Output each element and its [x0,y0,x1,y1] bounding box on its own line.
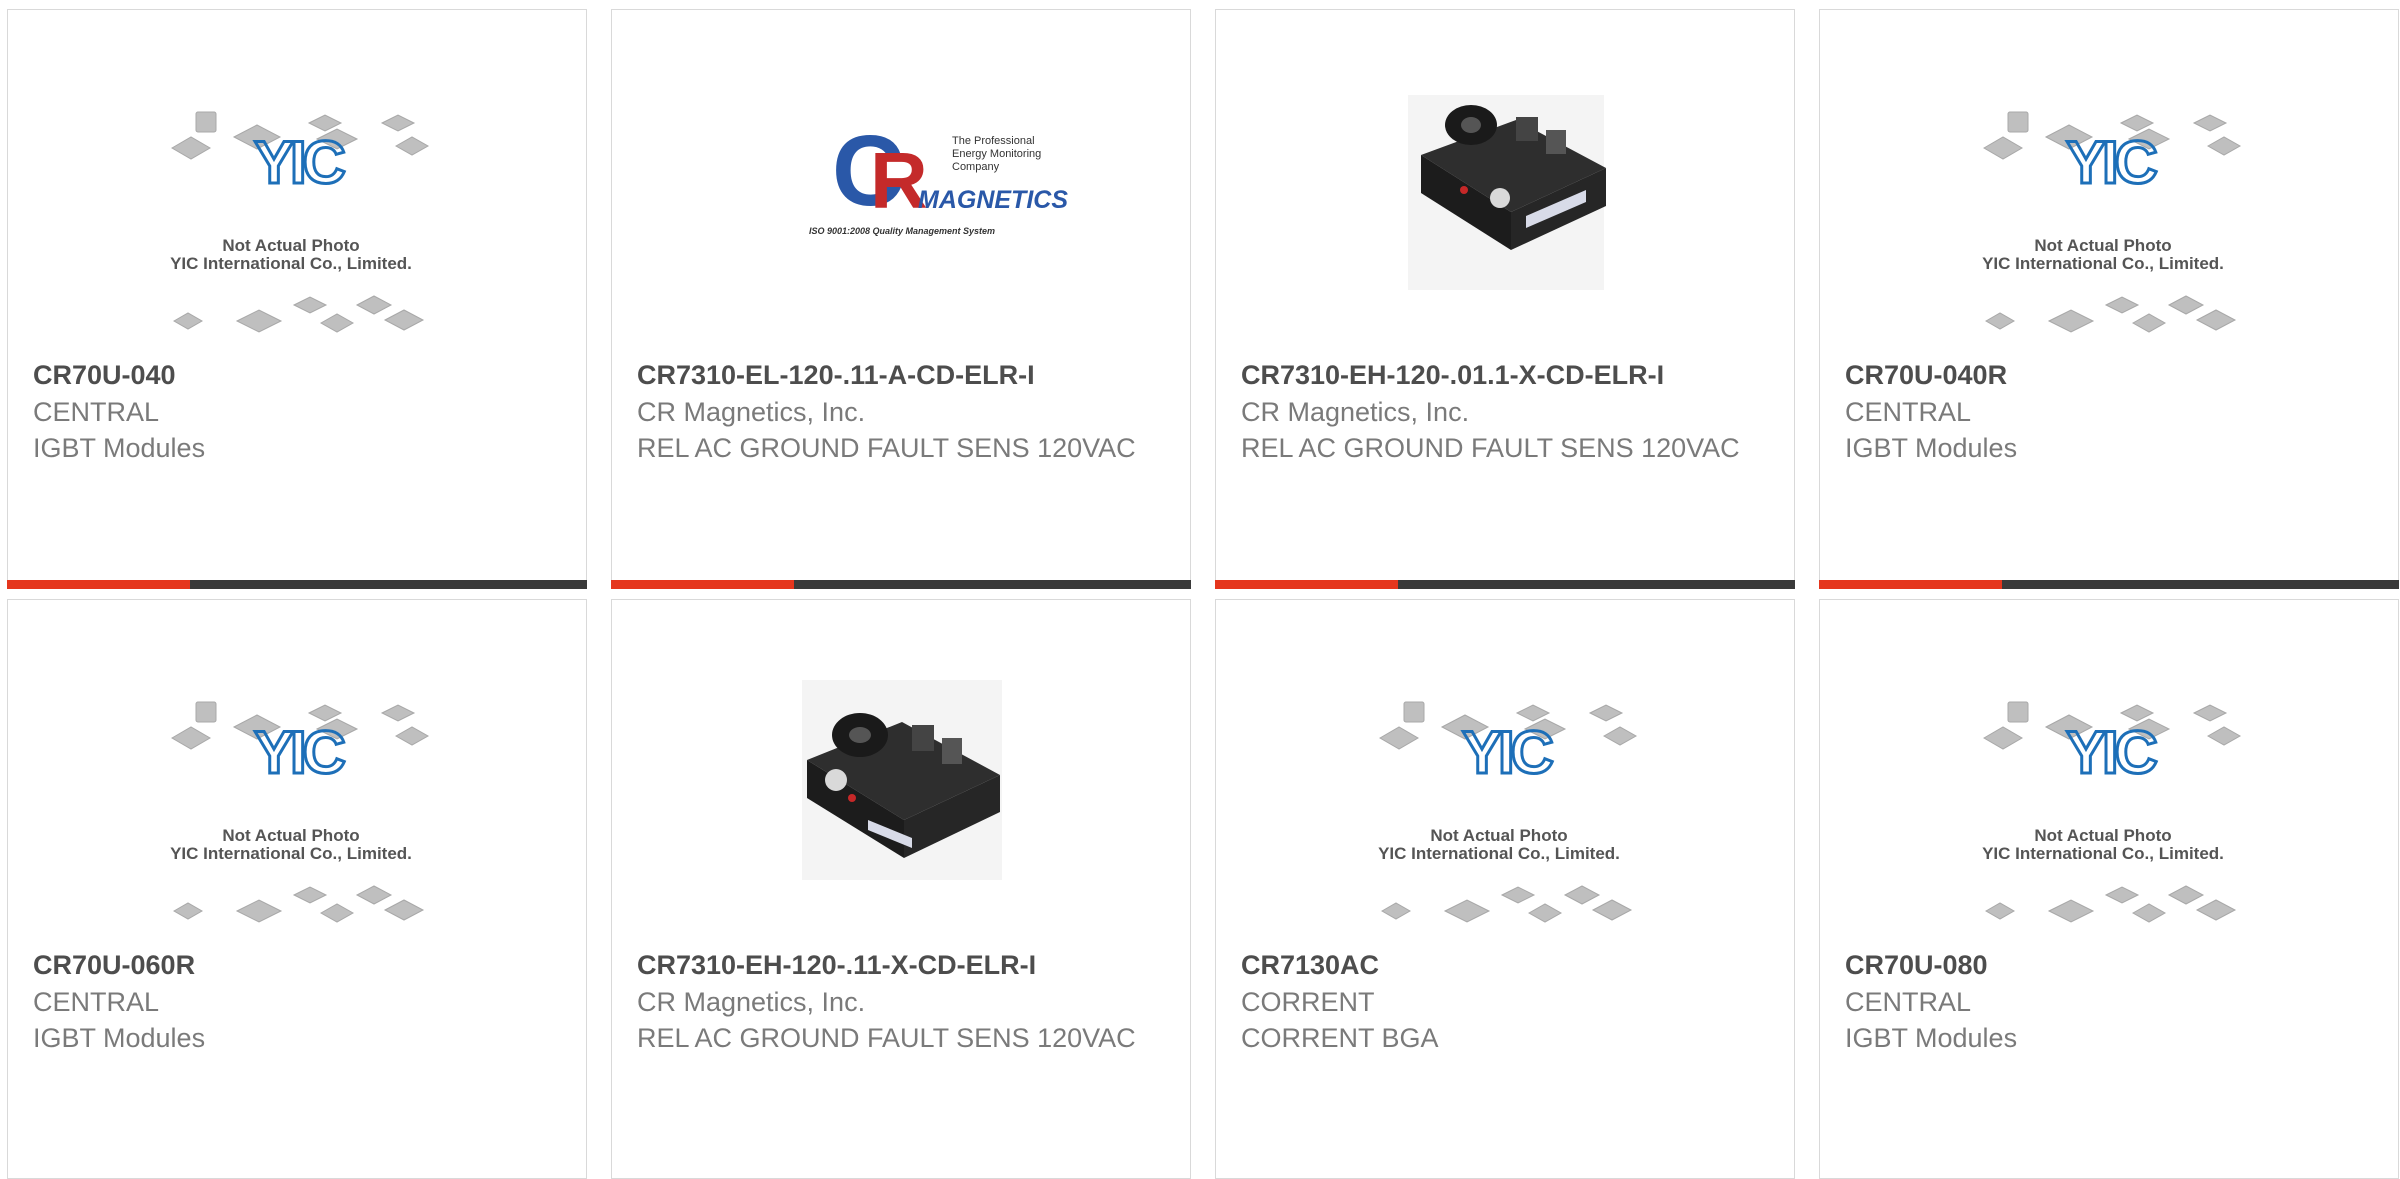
placeholder-caption: YIC International Co., Limited. [1378,844,1620,863]
manufacturer: CENTRAL [33,397,160,427]
card-bar [1819,580,2399,589]
placeholder-caption: YIC International Co., Limited. [1982,844,2224,863]
product-image[interactable] [1216,90,1794,355]
cr-magnetics-logo: C R The Professional Energy Monitoring C… [809,115,1068,236]
description: IGBT Modules [33,1023,206,1053]
description: IGBT Modules [33,433,206,463]
part-number[interactable]: CR7310-EH-120-.11-X-CD-ELR-I [637,946,1170,984]
yic-logo: YIC [254,129,345,196]
placeholder-caption: Not Actual Photo [222,236,359,255]
description: CORRENT BGA [1241,1023,1439,1053]
part-number[interactable]: CR70U-080 [1845,946,2378,984]
yic-logo: YIC [254,719,345,786]
product-card[interactable]: YIC Not Actual Photo YIC International C… [1215,599,1795,1179]
product-grid: YIC Not Actual Photo YIC International C… [0,0,2400,1179]
part-number[interactable]: CR7310-EH-120-.01.1-X-CD-ELR-I [1241,356,1774,394]
manufacturer: CENTRAL [1845,987,1972,1017]
card-bar-accent [611,580,794,589]
description: IGBT Modules [1845,1023,2018,1053]
manufacturer: CORRENT [1241,987,1375,1017]
manufacturer: CR Magnetics, Inc. [1241,397,1470,427]
placeholder-caption: YIC International Co., Limited. [170,254,412,273]
svg-text:ISO 9001:2008 Quality Manageme: ISO 9001:2008 Quality Management System [809,226,995,236]
description: REL AC GROUND FAULT SENS 120VAC [637,433,1136,463]
svg-text:Energy Monitoring: Energy Monitoring [952,148,1041,160]
product-image[interactable]: YIC Not Actual Photo YIC International C… [8,680,586,945]
product-card[interactable]: YIC Not Actual Photo YIC International C… [1819,599,2399,1179]
svg-text:Company: Company [952,161,1000,173]
product-image[interactable]: YIC Not Actual Photo YIC International C… [1820,680,2398,945]
manufacturer: CENTRAL [1845,397,1972,427]
svg-text:MAGNETICS: MAGNETICS [918,186,1068,214]
placeholder-caption: YIC International Co., Limited. [1982,254,2224,273]
product-card[interactable]: CR7310-EH-120-.01.1-X-CD-ELR-I CR Magnet… [1215,9,1795,589]
svg-text:The Professional: The Professional [952,135,1035,147]
manufacturer: CR Magnetics, Inc. [637,397,866,427]
product-card[interactable]: CR7310-EH-120-.11-X-CD-ELR-I CR Magnetic… [611,599,1191,1179]
card-bar-accent [1215,580,1398,589]
card-bar-accent [7,580,190,589]
product-image[interactable]: YIC Not Actual Photo YIC International C… [1216,680,1794,945]
placeholder-caption: Not Actual Photo [2034,236,2171,255]
relay-photo [802,680,1002,880]
product-card[interactable]: YIC Not Actual Photo YIC International C… [1819,9,2399,589]
product-image[interactable] [612,680,1190,945]
card-bar [1215,580,1795,589]
description: REL AC GROUND FAULT SENS 120VAC [1241,433,1740,463]
part-number[interactable]: CR70U-040R [1845,356,2378,394]
description: REL AC GROUND FAULT SENS 120VAC [637,1023,1136,1053]
product-card[interactable]: C R The Professional Energy Monitoring C… [611,9,1191,589]
part-number[interactable]: CR7130AC [1241,946,1774,984]
product-card[interactable]: YIC Not Actual Photo YIC International C… [7,9,587,589]
manufacturer: CENTRAL [33,987,160,1017]
part-number[interactable]: CR70U-040 [33,356,566,394]
part-number[interactable]: CR70U-060R [33,946,566,984]
placeholder-caption: Not Actual Photo [222,826,359,845]
description: IGBT Modules [1845,433,2018,463]
manufacturer: CR Magnetics, Inc. [637,987,866,1017]
card-bar [7,580,587,589]
placeholder-caption: YIC International Co., Limited. [170,844,412,863]
card-bar [611,580,1191,589]
part-number[interactable]: CR7310-EL-120-.11-A-CD-ELR-I [637,356,1170,394]
relay-photo [1408,95,1606,290]
product-image[interactable]: C R The Professional Energy Monitoring C… [612,90,1190,355]
product-card[interactable]: YIC Not Actual Photo YIC International C… [7,599,587,1179]
card-bar-accent [1819,580,2002,589]
placeholder-caption: Not Actual Photo [1430,826,1567,845]
yic-logo: YIC [2066,129,2157,196]
yic-logo: YIC [2066,719,2157,786]
product-image[interactable]: YIC Not Actual Photo YIC International C… [8,90,586,355]
product-image[interactable]: YIC Not Actual Photo YIC International C… [1820,90,2398,355]
yic-logo: YIC [1462,719,1553,786]
placeholder-caption: Not Actual Photo [2034,826,2171,845]
